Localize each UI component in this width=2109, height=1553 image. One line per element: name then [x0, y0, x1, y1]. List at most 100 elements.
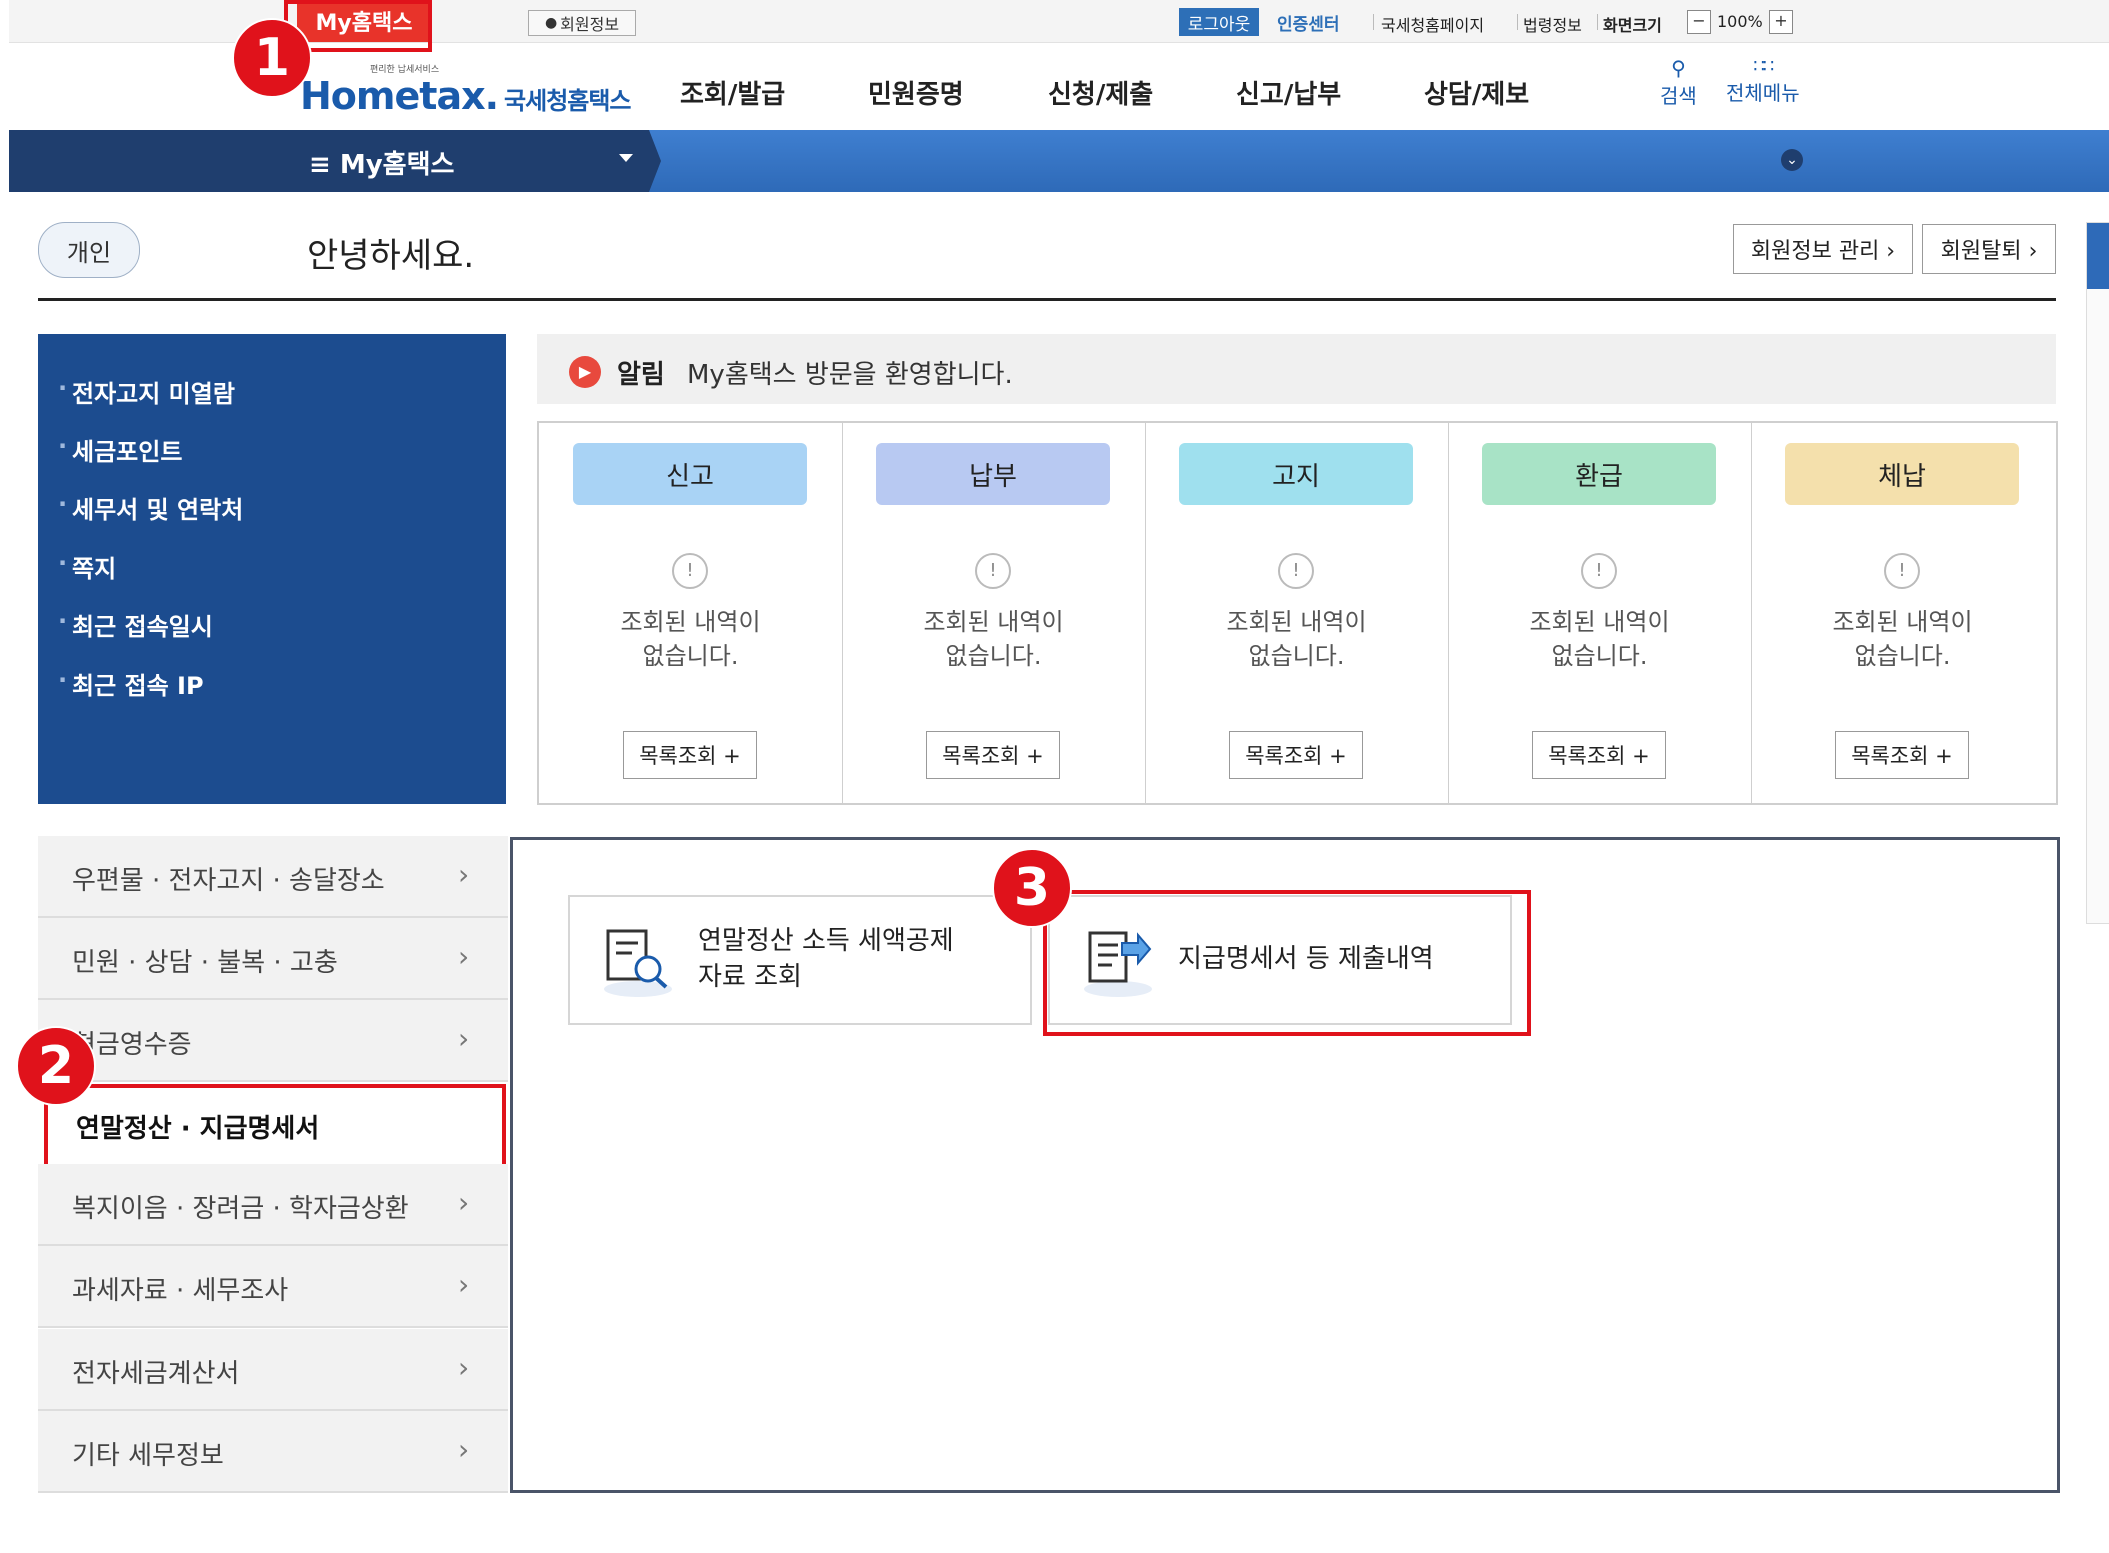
- exclamation-icon: !: [975, 553, 1011, 589]
- chevron-right-icon: ›: [458, 1186, 470, 1219]
- grid-icon: ∷∷: [1753, 56, 1774, 77]
- nav-certificate[interactable]: 민원증명: [868, 74, 964, 111]
- receipt-search-icon: [604, 929, 672, 997]
- card-empty-text: 조회된 내역이 없습니다.: [923, 608, 1064, 670]
- my-hometax-menu[interactable]: ≡ My홈택스: [9, 130, 649, 192]
- divider: [1517, 14, 1518, 30]
- expand-chevron-icon[interactable]: ⌄: [1781, 149, 1803, 171]
- step-badge-2: 2: [16, 1026, 96, 1106]
- nav-report-pay[interactable]: 신고/납부: [1236, 74, 1341, 111]
- user-type-pill: 개인: [38, 222, 140, 278]
- quick-menu-cap: [2087, 223, 2109, 289]
- menu-other-info[interactable]: 기타 세무정보 ›: [38, 1411, 508, 1493]
- tile-deduction-lookup[interactable]: 연말정산 소득 세액공제 자료 조회: [568, 895, 1032, 1025]
- panel-item[interactable]: 전자고지 미열람: [58, 374, 235, 409]
- exclamation-icon: !: [1581, 553, 1617, 589]
- divider: [38, 298, 2056, 301]
- notice-label: 알림: [617, 360, 665, 390]
- list-view-button[interactable]: 목록조회 +: [623, 731, 757, 779]
- search-label: 검색: [1660, 84, 1697, 108]
- menu-label: 연말정산 · 지급명세서: [76, 1114, 320, 1144]
- step-badge-1: 1: [232, 18, 312, 98]
- all-menu-button[interactable]: ∷∷ 전체메뉴: [1726, 56, 1800, 106]
- menu-label: 전자세금계산서: [72, 1359, 240, 1389]
- notice-bar: ▶ 알림 My홈택스 방문을 환영합니다.: [537, 334, 2056, 404]
- nav-consult[interactable]: 상담/제보: [1424, 74, 1529, 111]
- card-title: 신고: [573, 443, 807, 505]
- chevron-right-icon: ›: [458, 858, 470, 891]
- menu-label: 과세자료 · 세무조사: [72, 1276, 289, 1306]
- tile-label: 연말정산 소득 세액공제 자료 조회: [698, 926, 954, 992]
- card-payment: 납부 ! 조회된 내역이 없습니다. 목록조회 +: [842, 423, 1146, 803]
- card-arrears: 체납 ! 조회된 내역이 없습니다. 목록조회 +: [1751, 423, 2054, 803]
- person-icon: ●: [544, 15, 558, 31]
- card-report: 신고 ! 조회된 내역이 없습니다. 목록조회 +: [539, 423, 843, 803]
- menu-tax-data[interactable]: 과세자료 · 세무조사 ›: [38, 1246, 508, 1328]
- card-notice: 고지 ! 조회된 내역이 없습니다. 목록조회 +: [1145, 423, 1449, 803]
- menu-cash-receipt[interactable]: 현금영수증 ›: [38, 1000, 508, 1082]
- notice-message: My홈택스 방문을 환영합니다.: [687, 360, 1013, 390]
- chevron-right-icon: ›: [458, 1022, 470, 1055]
- divider: [1597, 14, 1598, 30]
- card-empty-text: 조회된 내역이 없습니다.: [1226, 608, 1367, 670]
- exclamation-icon: !: [1278, 553, 1314, 589]
- highlight-payment-statement: [1043, 890, 1531, 1036]
- all-menu-label: 전체메뉴: [1726, 81, 1800, 105]
- panel-item[interactable]: 세무서 및 연락처: [58, 490, 243, 525]
- zoom-in-button[interactable]: +: [1769, 10, 1793, 34]
- search-button[interactable]: ⚲ 검색: [1660, 56, 1697, 109]
- list-view-button[interactable]: 목록조회 +: [1532, 731, 1666, 779]
- panel-item[interactable]: 최근 접속일시: [58, 607, 213, 642]
- chevron-right-icon: ›: [458, 940, 470, 973]
- info-panel: 전자고지 미열람 세금포인트 세무서 및 연락처 쪽지 최근 접속일시 최근 접…: [38, 334, 506, 804]
- logo-name: Hometax.: [300, 74, 499, 118]
- nav-inquiry[interactable]: 조회/발급: [680, 74, 785, 111]
- card-title: 고지: [1179, 443, 1413, 505]
- member-manage-button[interactable]: 회원정보 관리 ›: [1733, 224, 1913, 274]
- quick-menu[interactable]: [2086, 222, 2109, 924]
- member-info-button[interactable]: ● 회원정보: [528, 10, 636, 36]
- card-title: 환급: [1482, 443, 1716, 505]
- menu-label: 우편물 · 전자고지 · 송달장소: [72, 866, 385, 896]
- dropdown-caret-icon: [619, 154, 633, 162]
- menu-label: 복지이음 · 장려금 · 학자금상환: [72, 1194, 409, 1224]
- nav-apply[interactable]: 신청/제출: [1048, 74, 1153, 111]
- panel-item[interactable]: 쪽지: [58, 549, 116, 584]
- list-view-button[interactable]: 목록조회 +: [926, 731, 1060, 779]
- logo-kr: 국세청홈택스: [504, 87, 631, 115]
- menu-label: 기타 세무정보: [72, 1441, 224, 1471]
- status-cards: 신고 ! 조회된 내역이 없습니다. 목록조회 + 납부 ! 조회된 내역이 없…: [537, 421, 2058, 805]
- cert-center-link[interactable]: 인증센터: [1277, 10, 1340, 35]
- list-view-button[interactable]: 목록조회 +: [1229, 731, 1363, 779]
- law-info-link[interactable]: 법령정보: [1523, 12, 1582, 36]
- card-empty-text: 조회된 내역이 없습니다.: [620, 608, 761, 670]
- zoom-level: 100%: [1717, 12, 1763, 31]
- panel-item[interactable]: 최근 접속 IP: [58, 666, 204, 701]
- menu-year-end-settlement[interactable]: 연말정산 · 지급명세서: [44, 1084, 506, 1170]
- menu-welfare[interactable]: 복지이음 · 장려금 · 학자금상환 ›: [38, 1164, 508, 1246]
- chevron-right-icon: ›: [458, 1351, 470, 1384]
- menu-label: 민원 · 상담 · 불복 · 고충: [72, 948, 338, 978]
- menu-civil[interactable]: 민원 · 상담 · 불복 · 고충 ›: [38, 918, 508, 1000]
- logout-button[interactable]: 로그아웃: [1179, 8, 1259, 36]
- my-hometax-menu-label: ≡ My홈택스: [309, 150, 455, 180]
- card-empty-text: 조회된 내역이 없습니다.: [1529, 608, 1670, 670]
- screen-size-label: 화면크기: [1603, 16, 1662, 35]
- card-title: 납부: [876, 443, 1110, 505]
- list-view-button[interactable]: 목록조회 +: [1835, 731, 1969, 779]
- nts-homepage-link[interactable]: 국세청홈페이지: [1381, 12, 1484, 36]
- menu-mail-notice[interactable]: 우편물 · 전자고지 · 송달장소 ›: [38, 836, 508, 918]
- card-refund: 환급 ! 조회된 내역이 없습니다. 목록조회 +: [1448, 423, 1752, 803]
- breadcrumb-arrow: [649, 130, 661, 192]
- member-info-label: 회원정보: [560, 15, 620, 34]
- card-empty-text: 조회된 내역이 없습니다.: [1832, 608, 1973, 670]
- divider: [1373, 14, 1374, 30]
- sub-nav-band: ≡ My홈택스 ⌄: [9, 130, 2109, 192]
- menu-e-invoice[interactable]: 전자세금계산서 ›: [38, 1329, 508, 1411]
- step-badge-3: 3: [992, 848, 1072, 928]
- zoom-out-button[interactable]: −: [1687, 10, 1711, 34]
- greeting-text: 안녕하세요.: [307, 236, 475, 276]
- exclamation-icon: !: [672, 553, 708, 589]
- panel-item[interactable]: 세금포인트: [58, 432, 182, 467]
- member-withdraw-button[interactable]: 회원탈퇴 ›: [1922, 224, 2056, 274]
